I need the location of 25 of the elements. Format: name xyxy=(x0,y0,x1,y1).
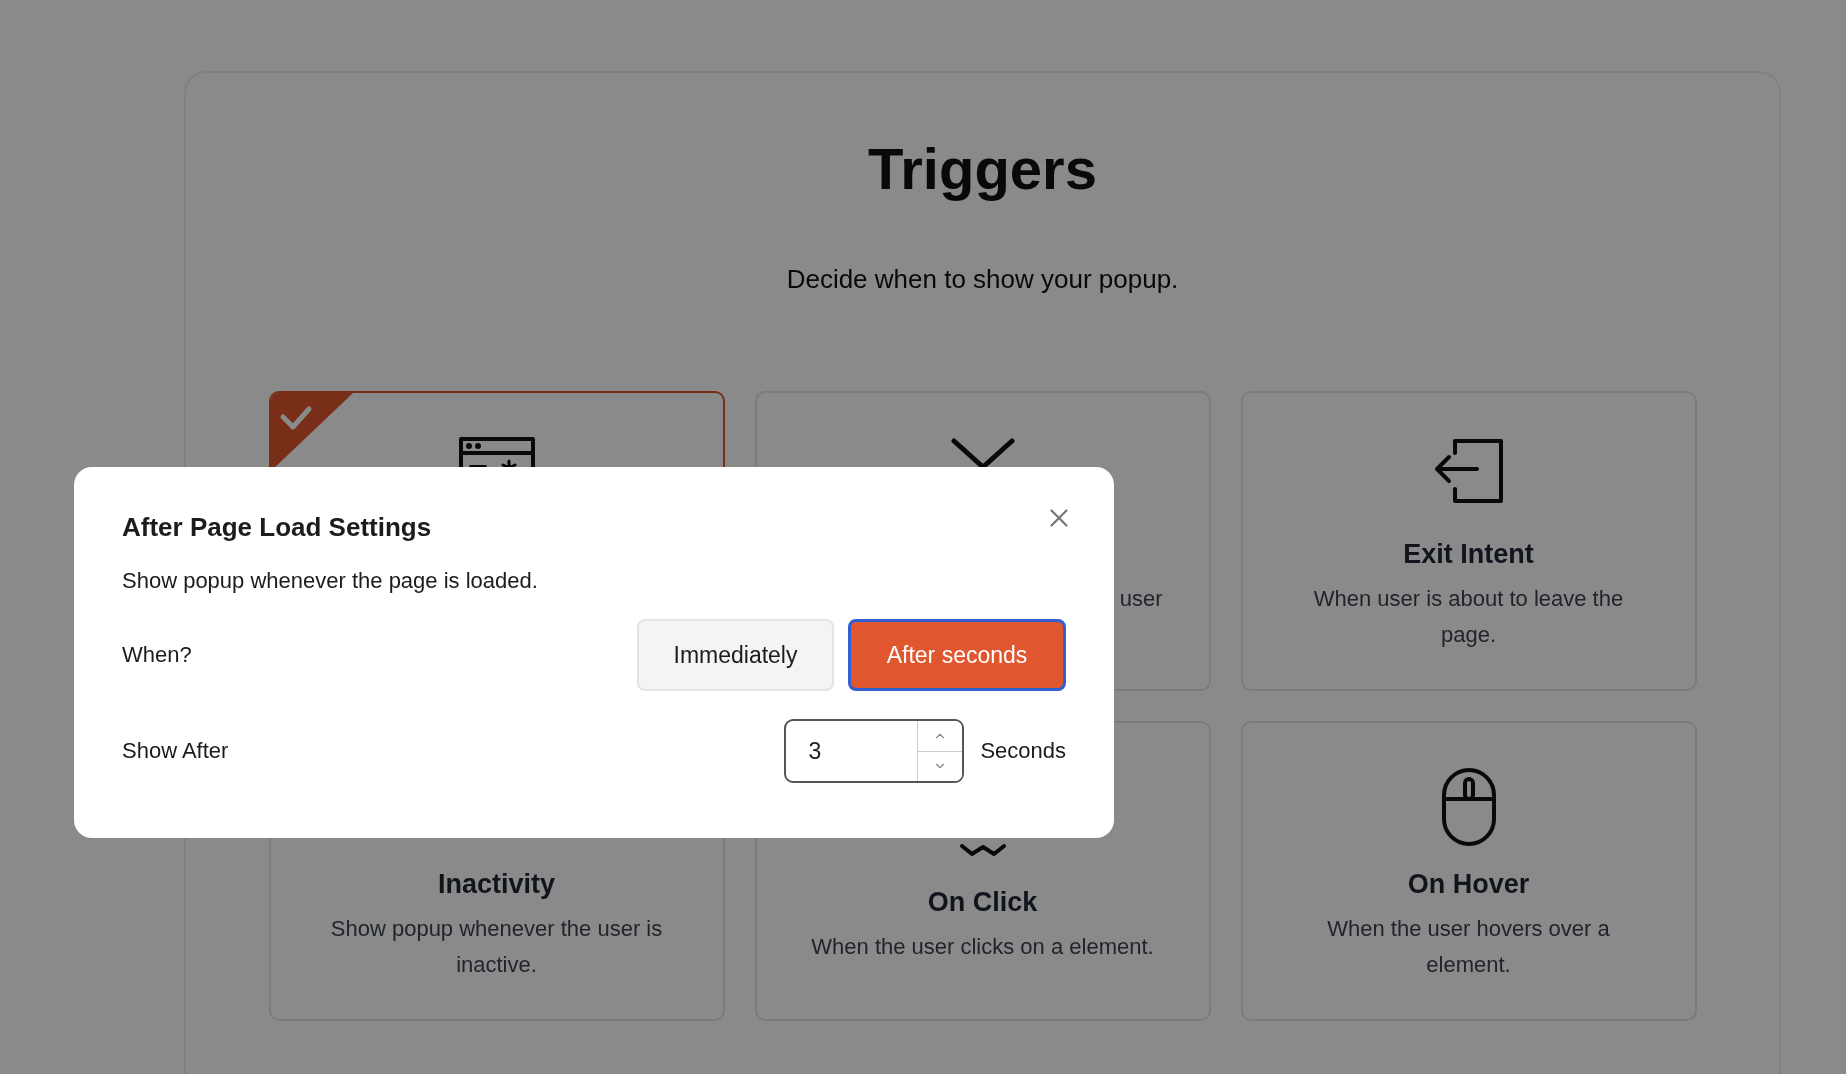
card-title: On Hover xyxy=(1407,868,1530,901)
option-button[interactable]: After seconds xyxy=(848,619,1066,691)
card-title: Inactivity xyxy=(437,868,555,901)
decrement-button[interactable] xyxy=(918,750,963,781)
card-description: When user is about to leave the page. xyxy=(1312,585,1625,649)
page-subtitle: Decide when to show your popup. xyxy=(786,263,1179,296)
chevron-down-icon xyxy=(949,437,1016,467)
card-description: When the user clicks on a element. xyxy=(810,933,1155,961)
card-description: When the user hovers over a element. xyxy=(1326,915,1611,979)
page-title: Triggers xyxy=(868,135,1097,203)
squiggle-icon xyxy=(958,843,1007,857)
trigger-card[interactable]: Exit Intent When user is about to leave the page. xyxy=(1240,391,1697,691)
mouse-icon xyxy=(1440,767,1497,847)
card-description: Show popup whenever the user is inactive. xyxy=(329,915,664,979)
dialog-description: Show popup whenever the page is loaded. xyxy=(122,567,539,595)
card-description: user xyxy=(1118,585,1164,613)
dialog-title: After Page Load Settings xyxy=(122,511,432,544)
trigger-card[interactable]: On Hover When the user hovers over a element. xyxy=(1240,721,1697,1021)
when-label: When? xyxy=(122,642,192,668)
card-title: Exit Intent xyxy=(1403,538,1534,571)
card-title: On Click xyxy=(927,886,1038,919)
unit-label: Seconds xyxy=(980,738,1066,764)
exit-icon xyxy=(1432,437,1505,505)
show-after-label: Show After xyxy=(122,738,229,764)
option-button[interactable]: Immediately xyxy=(637,619,834,691)
